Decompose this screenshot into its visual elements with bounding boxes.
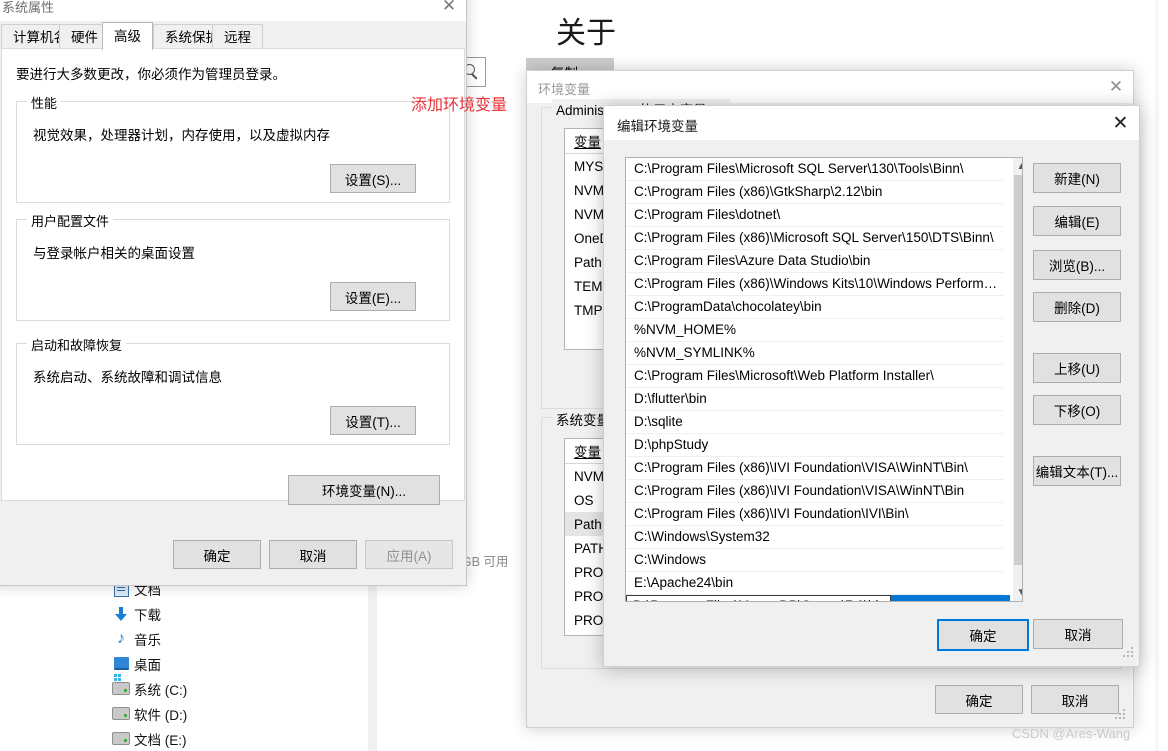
new-button[interactable]: 新建(N): [1033, 163, 1121, 193]
list-item-label: 文档 (E:): [134, 732, 187, 748]
move-down-button[interactable]: 下移(O): [1033, 395, 1121, 425]
list-item[interactable]: C:\ProgramData\chocolatey\bin: [626, 296, 1004, 319]
list-item[interactable]: 下载: [100, 601, 370, 626]
delete-button[interactable]: 删除(D): [1033, 292, 1121, 322]
scroll-up-icon[interactable]: ▲: [1013, 158, 1022, 175]
list-item[interactable]: C:\Program Files\Microsoft\Web Platform …: [626, 365, 1004, 388]
list-item-label: 下载: [134, 607, 161, 623]
resize-grip[interactable]: [1115, 709, 1125, 719]
browse-button[interactable]: 浏览(B)...: [1033, 250, 1121, 280]
user-profiles-group-desc: 与登录帐户相关的桌面设置: [33, 246, 195, 261]
cancel-button[interactable]: 取消: [1031, 685, 1119, 714]
cancel-button[interactable]: 取消: [269, 540, 357, 569]
list-item[interactable]: D:\flutter\bin: [626, 388, 1004, 411]
performance-group: 性能 视觉效果，处理器计划，内存使用，以及虚拟内存 设置(S)...: [16, 93, 450, 203]
list-item[interactable]: C:\Program Files\Microsoft SQL Server\13…: [626, 158, 1004, 181]
list-item[interactable]: E:\Apache24\bin: [626, 572, 1004, 595]
list-item[interactable]: C:\Program Files (x86)\Windows Kits\10\W…: [626, 273, 1004, 296]
user-profiles-settings-button[interactable]: 设置(E)...: [330, 282, 416, 311]
drive-icon: [108, 732, 134, 745]
performance-settings-button[interactable]: 设置(S)...: [330, 164, 416, 193]
path-list-scrollbar[interactable]: ▲ ▼: [1013, 158, 1022, 601]
list-item[interactable]: %NVM_SYMLINK%: [626, 342, 1004, 365]
edit-environment-variable-title: 编辑环境变量: [617, 119, 698, 134]
user-profiles-group-legend: 用户配置文件: [27, 211, 114, 230]
list-item-label: 桌面: [134, 657, 161, 673]
list-item[interactable]: 文档 (E:): [100, 726, 370, 751]
environment-variables-title: 环境变量: [538, 82, 591, 97]
startup-recovery-settings-button[interactable]: 设置(T)...: [330, 406, 416, 435]
path-edit-input[interactable]: D:\Program Files\MongoDB\Server\7.0\bin: [626, 595, 891, 601]
scroll-down-icon[interactable]: ▼: [1013, 584, 1022, 601]
file-explorer-nav-list: 文档 下载 ♪ 音乐 桌面 系统 (C:) 软件 (D:) 文档 (E:): [100, 576, 370, 751]
list-item[interactable]: D:\phpStudy: [626, 434, 1004, 457]
environment-variables-button[interactable]: 环境变量(N)...: [288, 475, 440, 505]
list-item[interactable]: 桌面: [100, 651, 370, 676]
list-item[interactable]: C:\Program Files (x86)\GtkSharp\2.12\bin: [626, 181, 1004, 204]
system-properties-titlebar[interactable]: [0, 0, 466, 21]
user-profiles-group: 用户配置文件 与登录帐户相关的桌面设置 设置(E)...: [16, 211, 450, 321]
annotation-text: 添加环境变量: [411, 97, 508, 114]
list-item[interactable]: D:\sqlite: [626, 411, 1004, 434]
path-list-scroll-thumb[interactable]: [1014, 175, 1022, 565]
list-item[interactable]: C:\Program Files\Azure Data Studio\bin: [626, 250, 1004, 273]
list-item-label: 软件 (D:): [134, 707, 188, 723]
startup-recovery-group-legend: 启动和故障恢复: [27, 335, 127, 354]
list-item[interactable]: ♪ 音乐: [100, 626, 370, 651]
performance-group-desc: 视觉效果，处理器计划，内存使用，以及虚拟内存: [33, 128, 330, 143]
system-drive-icon: [108, 678, 134, 695]
page-title: 关于: [556, 17, 616, 50]
tab-remote[interactable]: 远程: [212, 24, 263, 50]
move-up-button[interactable]: 上移(U): [1033, 353, 1121, 383]
list-item[interactable]: C:\Program Files (x86)\IVI Foundation\VI…: [626, 457, 1004, 480]
ok-button[interactable]: 确定: [935, 685, 1023, 714]
list-item-label: 音乐: [134, 632, 161, 648]
tab-advanced[interactable]: 高级: [102, 22, 153, 50]
close-icon[interactable]: ✕: [1102, 106, 1139, 140]
admin-hint-text: 要进行大多数更改，你必须作为管理员登录。: [16, 67, 286, 82]
ok-button[interactable]: 确定: [173, 540, 261, 569]
search-icon-handle: [471, 73, 478, 80]
resize-grip[interactable]: [1123, 647, 1133, 657]
performance-group-legend: 性能: [27, 93, 62, 112]
music-icon: ♪: [117, 629, 125, 647]
list-item[interactable]: C:\Program Files (x86)\Microsoft SQL Ser…: [626, 227, 1004, 250]
tabstrip: 计算机名 硬件 高级 系统保护 远程: [1, 22, 465, 50]
system-properties-title: 系统属性: [2, 0, 55, 15]
drive-icon: [108, 707, 134, 720]
path-entries-list[interactable]: C:\Program Files\Microsoft SQL Server\13…: [625, 157, 1023, 602]
edit-button[interactable]: 编辑(E): [1033, 206, 1121, 236]
edit-text-button[interactable]: 编辑文本(T)...: [1033, 456, 1121, 486]
download-icon: [108, 606, 134, 621]
list-item[interactable]: C:\Program Files (x86)\IVI Foundation\VI…: [626, 480, 1004, 503]
desktop-icon: [108, 657, 134, 670]
edit-environment-variable-window: 编辑环境变量 ✕ C:\Program Files\Microsoft SQL …: [603, 105, 1140, 667]
list-item[interactable]: C:\Program Files (x86)\IVI Foundation\IV…: [626, 503, 1004, 526]
watermark-text: CSDN @Ares-Wang: [1012, 726, 1131, 741]
list-item[interactable]: 软件 (D:): [100, 701, 370, 726]
list-item[interactable]: %NVM_HOME%: [626, 319, 1004, 342]
list-item-selected-editing[interactable]: D:\Program Files\MongoDB\Server\7.0\bin: [626, 595, 1010, 601]
cancel-button[interactable]: 取消: [1033, 619, 1123, 649]
startup-recovery-group: 启动和故障恢复 系统启动、系统故障和调试信息 设置(T)...: [16, 335, 450, 445]
list-item[interactable]: C:\Windows\System32: [626, 526, 1004, 549]
ok-button[interactable]: 确定: [937, 619, 1029, 651]
list-item[interactable]: C:\Program Files\dotnet\: [626, 204, 1004, 227]
apply-button: 应用(A): [365, 540, 453, 569]
startup-recovery-group-desc: 系统启动、系统故障和调试信息: [33, 370, 222, 385]
list-item[interactable]: C:\Windows: [626, 549, 1004, 572]
close-icon[interactable]: ✕: [432, 0, 466, 21]
settings-scroll-rail: [1155, 0, 1159, 751]
close-icon[interactable]: ✕: [1099, 71, 1133, 103]
list-item-label: 系统 (C:): [134, 682, 188, 698]
list-item[interactable]: 系统 (C:): [100, 676, 370, 701]
system-properties-window: 系统属性 ✕ 计算机名 硬件 高级 系统保护 远程 要进行大多数更改，你必须作为…: [0, 0, 467, 586]
